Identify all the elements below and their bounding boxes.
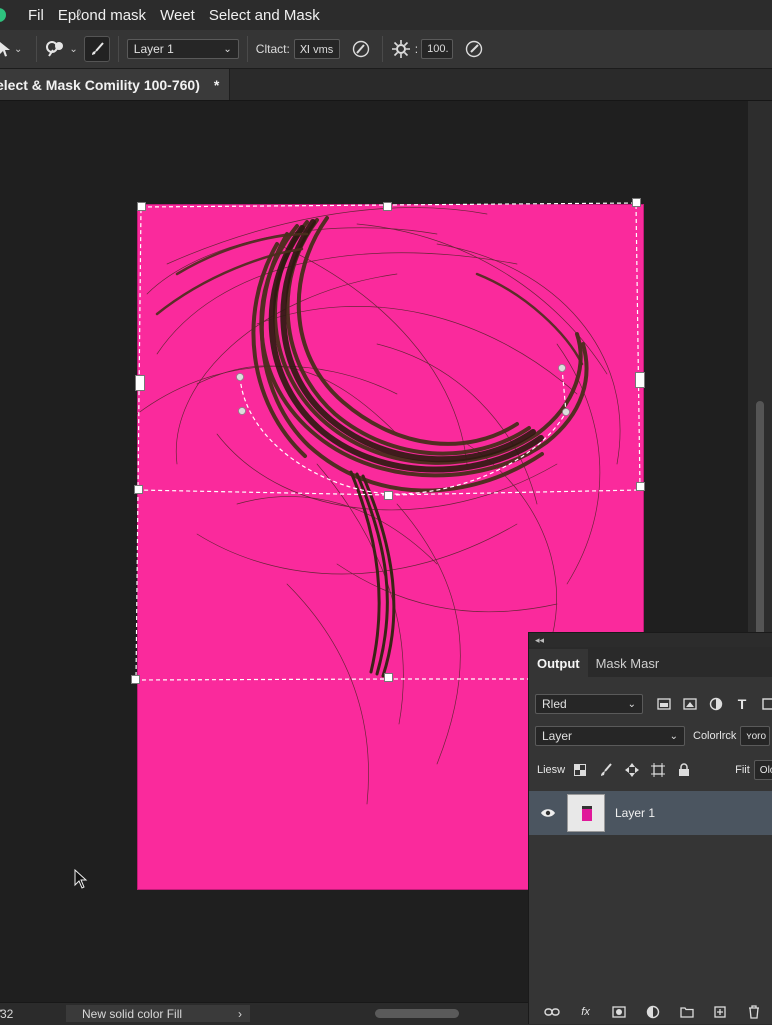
new-layer-icon[interactable] [709,1001,731,1023]
fill-label: Fiit [735,764,750,776]
divider [36,36,38,62]
transform-handle-top-right[interactable] [632,198,641,207]
layer-select[interactable]: Layer 1 ⌄ [126,39,239,59]
circle-half-filter-icon[interactable] [705,693,727,715]
move-tool-icon[interactable] [0,36,12,62]
lock-brush-icon[interactable] [595,759,617,781]
opacity-label: Colorlrck [693,730,737,742]
chevron-down-icon: ⌄ [627,698,636,710]
chevron-down-icon[interactable]: ⌄ [69,44,77,55]
divider [381,36,383,62]
transform-handle-bottom-right[interactable] [636,482,645,491]
thumbnail-pink [582,809,592,821]
brush-icon[interactable] [83,36,110,62]
chevron-down-icon[interactable]: ⌄ [14,44,22,55]
blend-row: Layer ⌄ Colorlrck ʏoro [529,726,771,746]
tab-output[interactable]: Output [529,649,588,677]
text-filter-icon[interactable]: T [731,693,753,715]
refine-brush-icon[interactable] [348,36,374,62]
blend-mode-select[interactable]: Layer ⌄ [535,726,685,746]
transform-handle-bottom-center[interactable] [384,491,393,500]
fill-field[interactable]: Olo0 [753,760,772,780]
menu-bar: Fil Epℓond mask Weet Select and Mask [0,0,772,31]
add-mask-icon[interactable] [608,1001,630,1023]
lock-row: Liesw Fiit Olo0 [529,759,772,781]
transform-handle-top-left[interactable] [137,202,146,211]
filter-select-value: Rled [542,697,567,711]
status-info-dropdown[interactable]: New solid color Fill › [66,1005,250,1022]
options-bar: ⌄ ⌄ Layer 1 ⌄ Cltact: Ⅺ vms : 100. [0,30,772,69]
menu-select-and-mask[interactable]: Select and Mask [209,7,320,24]
document-tab[interactable]: elect & Mask Comility 100-760) * [0,69,230,100]
delete-trash-icon[interactable] [743,1001,765,1023]
colon-separator: : [414,42,419,56]
scrollbar-thumb[interactable] [756,401,764,661]
layer-select-value: Layer 1 [133,42,174,56]
divider [117,36,119,62]
transform-handle-top-center[interactable] [383,202,392,211]
mouse-pointer-icon [74,869,88,889]
quick-select-icon[interactable] [45,36,67,62]
menu-expand-mask[interactable]: Epℓond mask [58,7,146,24]
layer-filter-select[interactable]: Rled ⌄ [535,694,643,714]
layer-filter-row: Rled ⌄ T [529,693,772,715]
adjustment-layer-icon[interactable] [642,1001,664,1023]
zoom-level[interactable]: ⁄32 [0,1007,13,1021]
document-modified-marker: * [213,76,220,93]
opacity-field[interactable]: ʏoro [740,726,771,746]
panel-footer: fx [529,1000,772,1024]
blend-mode-value: Layer [542,729,573,743]
size-field[interactable]: 100. [421,39,454,59]
adjustment-filter-icon[interactable] [679,693,701,715]
link-layers-icon[interactable] [541,1001,563,1023]
chevron-down-icon: ⌄ [223,43,232,55]
contact-label: Cltact: [255,42,290,56]
tab-mask[interactable]: Mask Masr [588,649,668,677]
menu-weet[interactable]: Weet [160,7,195,24]
new-group-folder-icon[interactable] [676,1001,698,1023]
selection-handle-bottom-left[interactable] [131,675,140,684]
layer-thumbnail [567,794,605,832]
status-info-text: New solid color Fill [82,1006,183,1021]
document-tab-title: elect & Mask Comility 100-760) [0,76,200,93]
chevron-down-icon: ⌄ [669,730,678,742]
horizontal-scrollbar-thumb[interactable] [375,1009,459,1018]
panel-grip-icon[interactable]: ◂◂ [529,633,772,647]
lock-all-icon[interactable] [673,759,695,781]
selection-handle-bottom-center[interactable] [384,673,393,682]
chevron-right-icon: › [238,1006,242,1021]
transform-handle-middle-left[interactable] [135,375,145,391]
transform-handle-bottom-left[interactable] [134,485,143,494]
lock-artboard-icon[interactable] [647,759,669,781]
transform-handle-middle-right[interactable] [635,372,645,388]
contact-field[interactable]: Ⅺ vms [293,39,340,59]
document-tab-bar: elect & Mask Comility 100-760) * [0,69,772,101]
settings-gear-icon[interactable] [391,36,411,62]
eye-icon[interactable] [537,802,559,824]
divider [246,36,248,62]
layer-style-fx-icon[interactable]: fx [575,1001,597,1023]
lock-label: Liesw [537,764,566,776]
panel-tabs: Output Mask Masr [529,647,772,677]
lock-transparent-icon[interactable] [569,759,591,781]
image-filter-icon[interactable] [653,693,675,715]
menu-file[interactable]: Fil [28,7,44,24]
app-logo-icon[interactable] [0,8,6,22]
lock-move-icon[interactable] [621,759,643,781]
layer-name[interactable]: Layer 1 [615,806,655,820]
layer-row-layer-1[interactable]: Layer 1 [529,791,772,835]
layers-panel: ◂◂ Output Mask Masr Rled ⌄ T Layer ⌄ Col… [528,632,772,1024]
shape-filter-icon[interactable] [757,693,772,715]
pressure-brush-icon[interactable] [461,36,487,62]
